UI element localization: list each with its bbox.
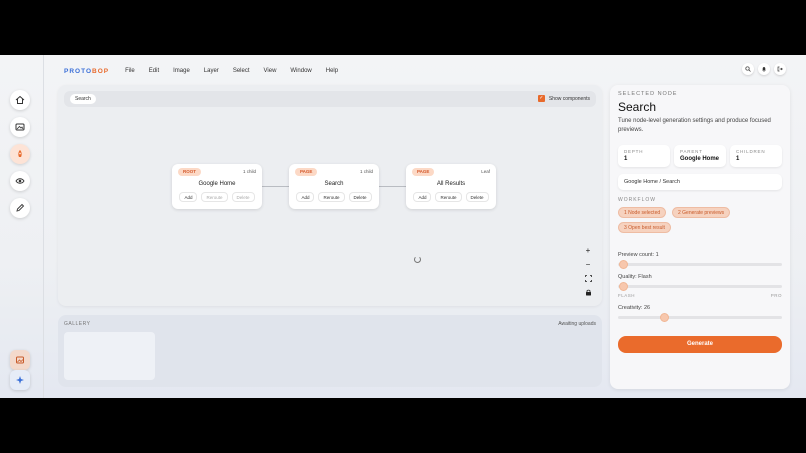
preview-count-label: Preview count: 1: [618, 252, 659, 258]
preview-count-slider[interactable]: [618, 260, 782, 269]
node-title: All Results: [436, 181, 466, 187]
panel-label: SELECTED NODE: [618, 91, 678, 97]
node-type-badge: PAGE: [295, 168, 318, 176]
quality-label: Quality: Flash: [618, 274, 652, 280]
lock-icon[interactable]: [582, 287, 594, 298]
slider-handle[interactable]: [659, 313, 669, 322]
node-delete-button[interactable]: Delete: [465, 192, 489, 202]
search-icon[interactable]: [742, 63, 754, 75]
fit-view-icon[interactable]: [582, 273, 594, 284]
node-add-button[interactable]: Add: [296, 192, 315, 202]
rocket-icon[interactable]: [10, 144, 30, 164]
node-title: Google Home: [198, 181, 236, 187]
menubar: PROTOBOP File Edit Image Layer Select Vi…: [58, 63, 788, 79]
image-icon[interactable]: [10, 117, 30, 137]
workflow-step-3[interactable]: 3 Open best result: [618, 222, 671, 233]
workflow-step-2[interactable]: 2 Generate previews: [672, 207, 731, 218]
stat-parent: PARENT Google Home: [674, 145, 726, 167]
node-delete-button[interactable]: Delete: [348, 192, 372, 202]
app-window: PROTOBOP File Edit Image Layer Select Vi…: [0, 55, 806, 398]
gallery-icon[interactable]: [10, 350, 30, 370]
panel-title: Search: [618, 100, 657, 114]
quality-max-label: PRO: [770, 293, 782, 298]
loading-spinner-icon: [414, 256, 421, 263]
sparkle-icon[interactable]: [10, 370, 30, 390]
menu-edit[interactable]: Edit: [149, 68, 159, 74]
node-path-field[interactable]: Google Home / Search: [618, 174, 782, 190]
home-icon[interactable]: [10, 90, 30, 110]
app-logo: PROTOBOP: [64, 67, 110, 75]
menu-layer[interactable]: Layer: [204, 68, 219, 74]
flow-node-search[interactable]: PAGE 1 child Search Add Reroute Delete: [289, 164, 379, 209]
node-connector: [379, 186, 406, 187]
pencil-icon[interactable]: [10, 198, 30, 218]
bell-icon[interactable]: [758, 63, 770, 75]
stat-children: CHILDREN 1: [730, 145, 782, 167]
node-add-button[interactable]: Add: [413, 192, 432, 202]
slider-handle[interactable]: [618, 282, 628, 291]
menu-file[interactable]: File: [125, 68, 135, 74]
creativity-slider[interactable]: [618, 313, 782, 322]
flow-node-root[interactable]: ROOT 1 child Google Home Add Reroute Del…: [172, 164, 262, 209]
menu-help[interactable]: Help: [326, 68, 338, 74]
canvas-search-button[interactable]: Search: [70, 94, 96, 104]
node-reroute-button[interactable]: Reroute: [435, 192, 462, 202]
gallery-panel: GALLERY Awaiting uploads: [58, 315, 602, 387]
canvas-toolbar: Search ✓ Show components: [64, 91, 596, 107]
menu-window[interactable]: Window: [290, 68, 311, 74]
show-components-checkbox[interactable]: ✓: [537, 95, 545, 102]
node-child-count: 1 child: [242, 169, 256, 174]
node-delete-button[interactable]: Delete: [231, 192, 255, 202]
menu-select[interactable]: Select: [233, 68, 250, 74]
node-type-badge: ROOT: [178, 168, 201, 176]
creativity-label: Creativity: 26: [618, 305, 651, 311]
quality-min-label: FLASH: [618, 293, 636, 298]
zoom-out-button[interactable]: −: [582, 259, 594, 270]
flow-node-all-results[interactable]: PAGE Leaf All Results Add Reroute Delete: [406, 164, 496, 209]
panel-description: Tune node-level generation settings and …: [618, 118, 771, 133]
node-child-count: Leaf: [481, 169, 490, 174]
zoom-in-button[interactable]: +: [582, 245, 594, 256]
show-components-label: Show components: [548, 95, 590, 102]
node-type-badge: PAGE: [412, 168, 435, 176]
quality-range-labels: FLASH PRO: [618, 293, 782, 298]
node-title: Search: [324, 181, 344, 187]
gallery-status: Awaiting uploads: [558, 321, 596, 327]
node-child-count: 1 child: [359, 169, 373, 174]
menu-image[interactable]: Image: [173, 68, 190, 74]
stat-depth: DEPTH 1: [618, 145, 670, 167]
gallery-placeholder: [64, 332, 155, 380]
slider-handle[interactable]: [618, 260, 628, 269]
logout-icon[interactable]: [774, 63, 786, 75]
node-connector: [262, 186, 289, 187]
workflow-step-1[interactable]: 1 Node selected: [618, 207, 667, 218]
node-reroute-button[interactable]: Reroute: [201, 192, 228, 202]
eye-icon[interactable]: [10, 171, 30, 191]
gallery-title: GALLERY: [64, 321, 91, 327]
show-components-toggle[interactable]: ✓ Show components: [537, 95, 590, 102]
workflow-label: WORKFLOW: [618, 197, 656, 203]
inspector-panel: SELECTED NODE Search Tune node-level gen…: [610, 85, 790, 389]
quality-slider[interactable]: [618, 282, 782, 291]
left-rail: [0, 55, 44, 398]
node-reroute-button[interactable]: Reroute: [318, 192, 345, 202]
node-add-button[interactable]: Add: [179, 192, 198, 202]
menu-view[interactable]: View: [264, 68, 277, 74]
zoom-controls: + −: [582, 245, 594, 298]
flow-canvas[interactable]: Search ✓ Show components ROOT 1 child Go…: [58, 85, 602, 306]
generate-button[interactable]: Generate: [618, 336, 782, 353]
